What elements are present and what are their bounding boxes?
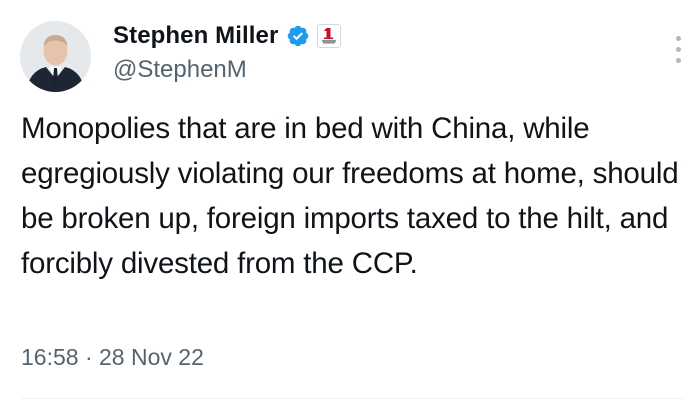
tweet-timestamp[interactable]: 16:58 · 28 Nov 22 bbox=[21, 344, 204, 371]
divider bbox=[21, 398, 685, 399]
tweet-card: Stephen Miller @StephenM Monopolies that… bbox=[0, 0, 695, 414]
verified-badge-icon bbox=[286, 24, 310, 48]
tweet-time: 16:58 bbox=[21, 344, 79, 370]
affiliate-badge-icon[interactable] bbox=[317, 24, 342, 48]
more-options-icon[interactable] bbox=[673, 36, 683, 66]
author-name-row: Stephen Miller bbox=[113, 20, 342, 52]
author-handle[interactable]: @StephenM bbox=[113, 56, 247, 84]
timestamp-separator: · bbox=[84, 344, 93, 370]
display-name[interactable]: Stephen Miller bbox=[113, 22, 278, 50]
avatar[interactable] bbox=[20, 21, 91, 92]
avatar-image bbox=[20, 21, 91, 92]
tweet-date: 28 Nov 22 bbox=[99, 344, 204, 370]
tweet-text: Monopolies that are in bed with China, w… bbox=[21, 112, 679, 280]
